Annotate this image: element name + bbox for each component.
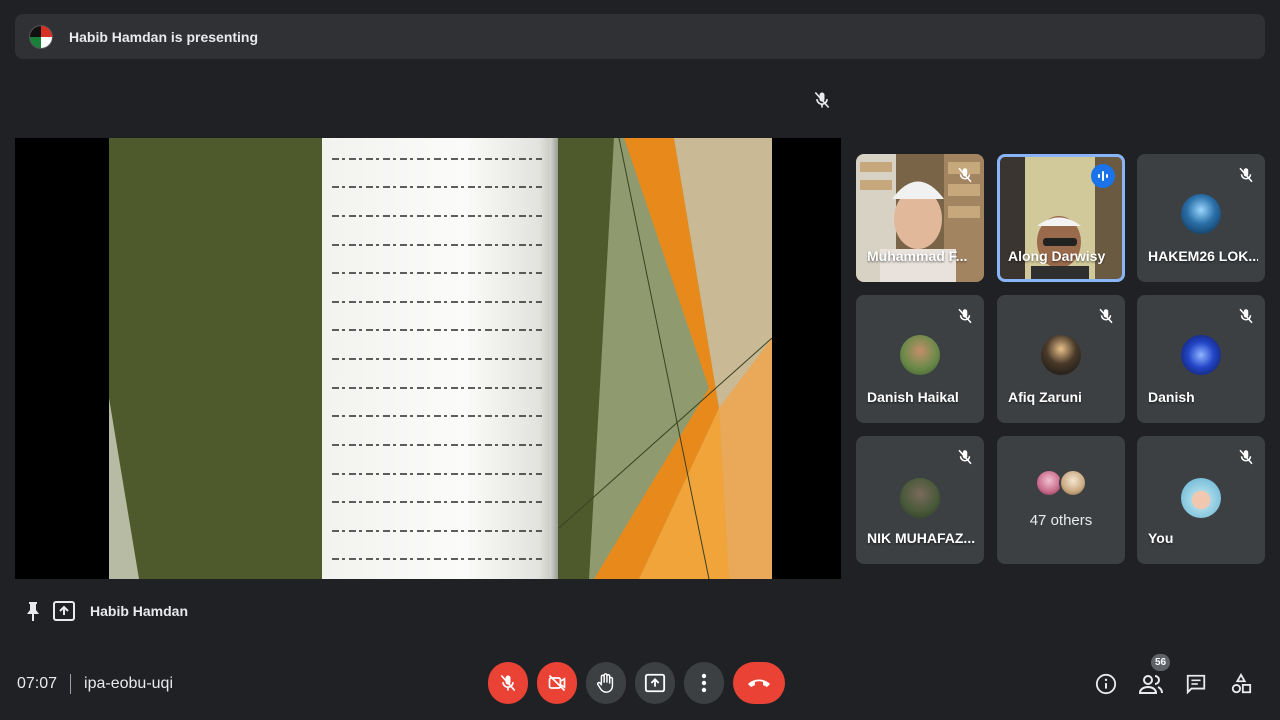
mic-off-icon xyxy=(500,674,516,692)
participant-name: You xyxy=(1148,530,1174,546)
meeting-code[interactable]: ipa-eobu-uqi xyxy=(84,675,173,693)
chat-button[interactable] xyxy=(1184,672,1208,696)
mic-off-icon xyxy=(958,167,972,183)
others-tile[interactable]: 47 others xyxy=(997,436,1125,564)
participant-tile[interactable]: HAKEM26 LOK... xyxy=(1137,154,1265,282)
presenter-avatar xyxy=(29,24,53,49)
more-options-button[interactable] xyxy=(684,662,724,704)
participant-tile[interactable]: Muhammad F... xyxy=(856,154,984,282)
presenter-info: Habib Hamdan xyxy=(24,598,188,624)
mic-off-icon xyxy=(1099,308,1113,324)
avatar xyxy=(900,335,940,375)
avatar xyxy=(1181,335,1221,375)
meeting-time: 07:07 xyxy=(17,675,58,692)
call-end-icon xyxy=(748,679,770,687)
raise-hand-button[interactable] xyxy=(586,662,626,704)
mic-off-icon xyxy=(958,308,972,324)
presentation-slide xyxy=(109,138,772,579)
participant-tile[interactable]: Afiq Zaruni xyxy=(997,295,1125,423)
participant-tile[interactable]: NIK MUHAFAZ... xyxy=(856,436,984,564)
avatar xyxy=(1041,335,1081,375)
info-icon xyxy=(1095,673,1117,695)
mic-off-icon xyxy=(1239,167,1253,183)
leave-call-button[interactable] xyxy=(733,662,785,704)
participant-name: Afiq Zaruni xyxy=(1008,389,1082,405)
mic-off-icon xyxy=(1239,308,1253,324)
mic-off-icon xyxy=(958,449,972,465)
participant-name: NIK MUHAFAZ... xyxy=(867,530,976,546)
avatar xyxy=(1181,194,1221,234)
activities-icon xyxy=(1231,673,1252,694)
present-now-button[interactable] xyxy=(635,662,675,704)
participant-tile-speaking[interactable]: Along Darwisy xyxy=(997,154,1125,282)
quran-page-image xyxy=(322,138,558,579)
participant-tile[interactable]: Danish Haikal xyxy=(856,295,984,423)
present-screen-icon xyxy=(53,601,75,621)
divider xyxy=(70,674,72,694)
others-count-label: 47 others xyxy=(1029,512,1093,529)
presenting-text: Habib Hamdan is presenting xyxy=(69,28,259,45)
people-icon xyxy=(1139,675,1163,694)
participant-name: Danish xyxy=(1148,389,1195,405)
presenter-mic-off-icon xyxy=(814,91,830,109)
participant-name: Along Darwisy xyxy=(1008,248,1106,264)
shared-screen[interactable] xyxy=(15,138,841,579)
participant-name: HAKEM26 LOK... xyxy=(1148,248,1258,264)
avatar xyxy=(900,478,940,518)
avatar xyxy=(1059,469,1087,497)
present-icon xyxy=(644,673,666,693)
participant-tile[interactable]: Danish xyxy=(1137,295,1265,423)
presenter-name: Habib Hamdan xyxy=(90,603,189,619)
meeting-info: 07:07 ipa-eobu-uqi xyxy=(17,673,173,695)
mic-toggle-button[interactable] xyxy=(488,662,528,704)
more-vert-icon xyxy=(701,673,707,693)
others-avatars xyxy=(1035,469,1091,501)
speaking-indicator-icon xyxy=(1091,164,1115,188)
people-button[interactable] xyxy=(1139,672,1163,696)
avatar xyxy=(1181,478,1221,518)
presenting-banner: Habib Hamdan is presenting xyxy=(15,14,1265,59)
participant-count-badge: 56 xyxy=(1151,654,1170,671)
pin-icon[interactable] xyxy=(24,600,42,622)
hand-icon xyxy=(597,673,614,693)
camera-off-icon xyxy=(548,674,566,692)
participant-name: Muhammad F... xyxy=(867,248,968,264)
camera-toggle-button[interactable] xyxy=(537,662,577,704)
activities-button[interactable] xyxy=(1229,672,1253,696)
meeting-details-button[interactable] xyxy=(1094,672,1118,696)
participant-name: Danish Haikal xyxy=(867,389,959,405)
chat-icon xyxy=(1186,674,1206,695)
mic-off-icon xyxy=(1239,449,1253,465)
self-tile[interactable]: You xyxy=(1137,436,1265,564)
